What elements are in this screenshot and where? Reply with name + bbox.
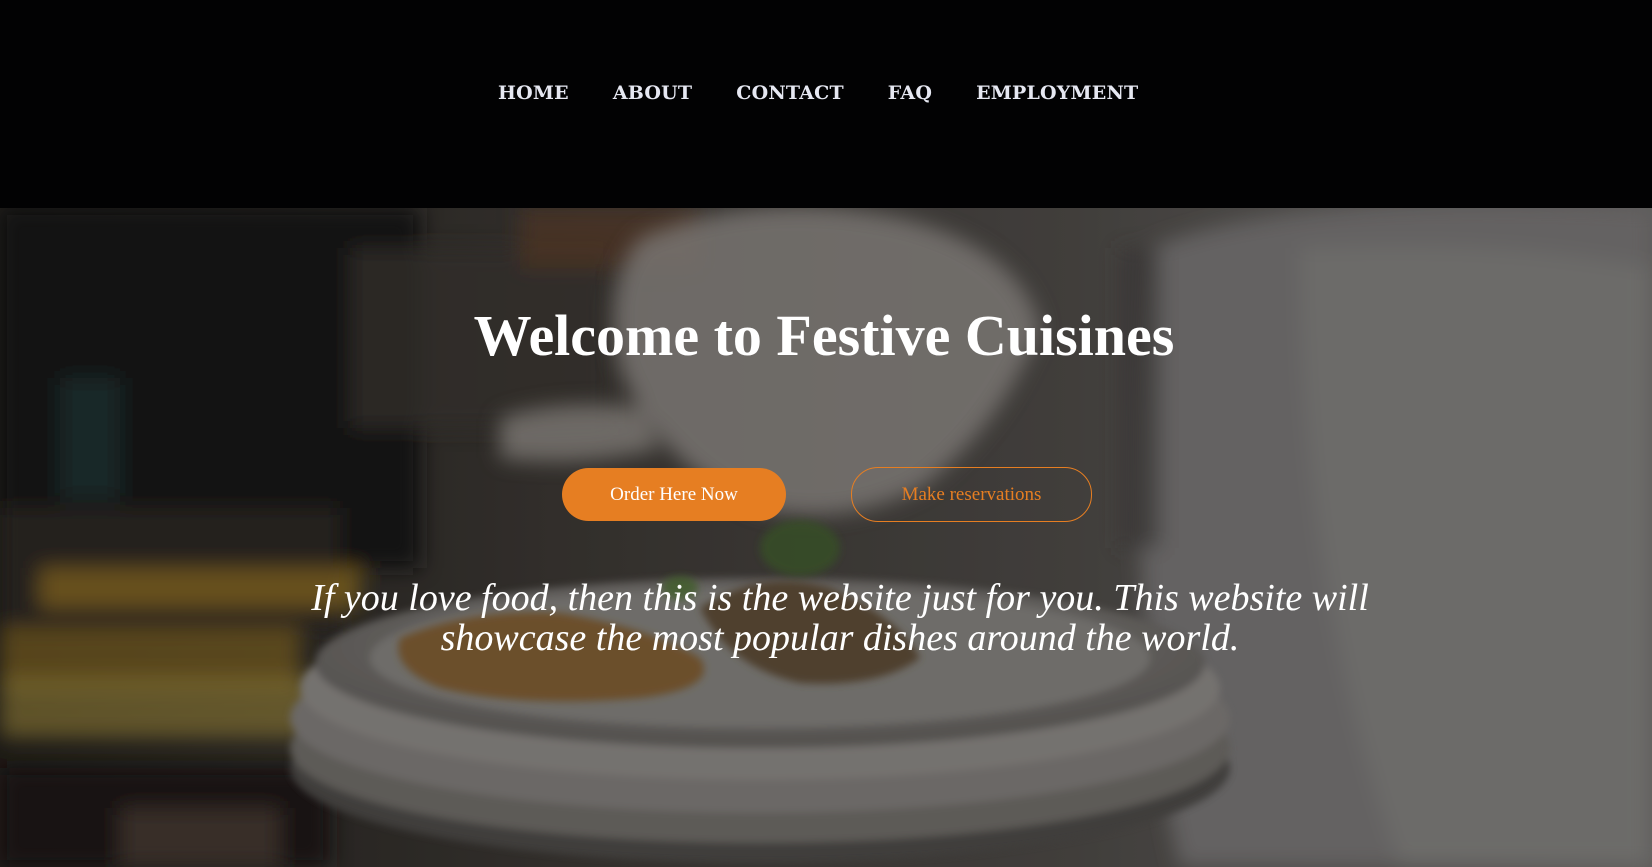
page: HOME ABOUT CONTACT FAQ EMPLOYMENT Welcom… — [0, 0, 1652, 867]
order-here-now-button[interactable]: Order Here Now — [562, 468, 786, 521]
top-navigation: HOME ABOUT CONTACT FAQ EMPLOYMENT — [0, 0, 1652, 208]
hero-tagline: If you love food, then this is the websi… — [311, 577, 1369, 659]
make-reservations-button[interactable]: Make reservations — [851, 467, 1092, 522]
nav-contact-link[interactable]: CONTACT — [736, 82, 844, 104]
nav-faq-link[interactable]: FAQ — [888, 82, 932, 104]
nav-home-link[interactable]: HOME — [498, 82, 569, 104]
nav-list: HOME ABOUT CONTACT FAQ EMPLOYMENT — [498, 82, 1182, 104]
hero-title: Welcome to Festive Cuisines — [473, 303, 1175, 368]
hero-section: Welcome to Festive Cuisines Order Here N… — [0, 208, 1652, 867]
nav-about-link[interactable]: ABOUT — [613, 82, 692, 104]
nav-employment-link[interactable]: EMPLOYMENT — [976, 82, 1138, 104]
